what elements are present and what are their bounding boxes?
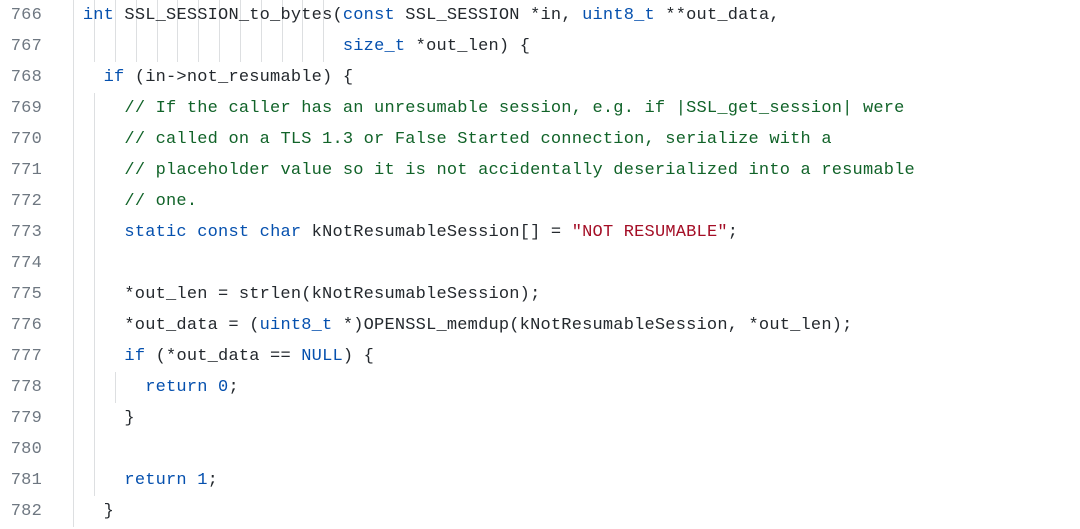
line-number: 768	[0, 62, 42, 93]
code-area[interactable]: int SSL_SESSION_to_bytes(const SSL_SESSI…	[56, 0, 1080, 529]
code-text: // one.	[62, 192, 197, 211]
line-number: 769	[0, 93, 42, 124]
line-number: 774	[0, 248, 42, 279]
code-text: *out_len = strlen(kNotResumableSession);	[62, 285, 540, 304]
code-line[interactable]: if (*out_data == NULL) {	[62, 341, 1080, 372]
code-line[interactable]: static const char kNotResumableSession[]…	[62, 217, 1080, 248]
code-text: if (in->not_resumable) {	[62, 68, 353, 87]
code-line[interactable]: if (in->not_resumable) {	[62, 62, 1080, 93]
line-number: 767	[0, 31, 42, 62]
indent-guides	[62, 434, 1080, 465]
line-number: 770	[0, 124, 42, 155]
code-text: }	[62, 409, 135, 428]
code-text: // called on a TLS 1.3 or False Started …	[62, 130, 832, 149]
code-line[interactable]	[62, 434, 1080, 465]
code-line[interactable]: // placeholder value so it is not accide…	[62, 155, 1080, 186]
line-number: 773	[0, 217, 42, 248]
code-text: return 0;	[62, 378, 239, 397]
code-text: *out_data = (uint8_t *)OPENSSL_memdup(kN…	[62, 316, 853, 335]
code-text: // placeholder value so it is not accide…	[62, 161, 915, 180]
line-number: 782	[0, 496, 42, 527]
code-text: }	[62, 502, 114, 521]
code-text: size_t *out_len) {	[62, 37, 530, 56]
line-number: 780	[0, 434, 42, 465]
code-line[interactable]: size_t *out_len) {	[62, 31, 1080, 62]
line-number: 771	[0, 155, 42, 186]
line-number: 776	[0, 310, 42, 341]
code-text: static const char kNotResumableSession[]…	[62, 223, 738, 242]
indent-guides	[62, 186, 1080, 217]
code-line[interactable]: }	[62, 496, 1080, 527]
code-text	[62, 254, 72, 273]
code-line[interactable]: *out_len = strlen(kNotResumableSession);	[62, 279, 1080, 310]
code-line[interactable]: // one.	[62, 186, 1080, 217]
line-number: 777	[0, 341, 42, 372]
code-text: if (*out_data == NULL) {	[62, 347, 374, 366]
code-line[interactable]	[62, 248, 1080, 279]
indent-guides	[62, 403, 1080, 434]
code-text: int SSL_SESSION_to_bytes(const SSL_SESSI…	[62, 6, 780, 25]
code-text	[62, 440, 72, 459]
code-line[interactable]: // If the caller has an unresumable sess…	[62, 93, 1080, 124]
line-number: 772	[0, 186, 42, 217]
indent-guides	[62, 248, 1080, 279]
code-text: // If the caller has an unresumable sess…	[62, 99, 905, 118]
code-line[interactable]: *out_data = (uint8_t *)OPENSSL_memdup(kN…	[62, 310, 1080, 341]
code-line[interactable]: // called on a TLS 1.3 or False Started …	[62, 124, 1080, 155]
code-line[interactable]: int SSL_SESSION_to_bytes(const SSL_SESSI…	[62, 0, 1080, 31]
code-line[interactable]: return 1;	[62, 465, 1080, 496]
line-number-gutter: 7667677687697707717727737747757767777787…	[0, 0, 56, 529]
line-number: 781	[0, 465, 42, 496]
code-line[interactable]: return 0;	[62, 372, 1080, 403]
line-number: 766	[0, 0, 42, 31]
code-line[interactable]: }	[62, 403, 1080, 434]
line-number: 775	[0, 279, 42, 310]
code-text: return 1;	[62, 471, 218, 490]
indent-guides	[62, 496, 1080, 527]
line-number: 779	[0, 403, 42, 434]
line-number: 778	[0, 372, 42, 403]
